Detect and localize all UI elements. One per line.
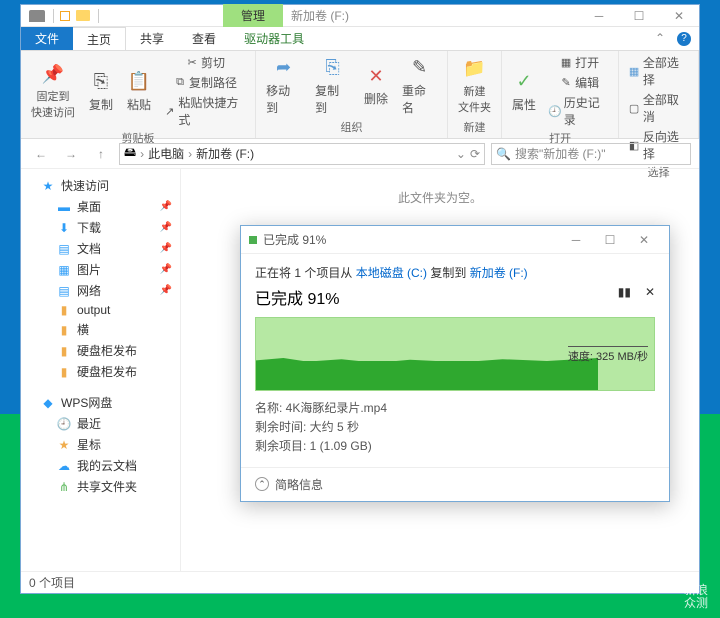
sidebar-star[interactable]: ★星标 [21,434,180,455]
qat-item[interactable] [60,11,70,21]
move-to-button[interactable]: ➦移动到 [262,53,305,118]
cut-button[interactable]: ✂剪切 [161,53,249,72]
search-icon: 🔍 [496,147,511,161]
select-all-button[interactable]: ▦全部选择 [625,53,692,89]
progress-text: 已完成 91% [255,285,655,309]
up-button[interactable]: ↑ [89,142,113,166]
copy-path-button[interactable]: ⧉复制路径 [161,73,249,92]
pause-button[interactable]: ▮▮ [618,285,631,299]
speed-graph: 速度: 325 MB/秒 [255,317,655,391]
dialog-title-bar: 已完成 91% ─ ☐ ✕ [241,226,669,254]
empty-folder-text: 此文件夹为空。 [398,189,482,206]
dropdown-icon[interactable]: ⌄ [456,147,466,161]
sidebar-mycloud[interactable]: ☁我的云文档 [21,455,180,476]
copy-description: 正在将 1 个项目从 本地磁盘 (C:) 复制到 新加卷 (F:) [255,264,655,281]
sidebar-disk2[interactable]: ▮硬盘柜发布 [21,361,180,382]
delete-button[interactable]: ✕删除 [360,53,392,118]
refresh-icon[interactable]: ⟳ [470,147,480,161]
dialog-maximize[interactable]: ☐ [593,233,627,247]
sidebar-desktop[interactable]: ▬桌面📌 [21,196,180,217]
new-folder-button[interactable]: 📁新建 文件夹 [454,53,495,118]
tab-share[interactable]: 共享 [126,27,178,50]
breadcrumb-volume[interactable]: 新加卷 (F:) [196,145,254,162]
chevron-up-icon: ⌃ [255,477,269,491]
sidebar-recent[interactable]: 🕘最近 [21,413,180,434]
rename-button[interactable]: ✎重命名 [398,53,441,118]
help-button[interactable]: ? [677,32,691,46]
dest-link[interactable]: 新加卷 (F:) [470,266,528,280]
file-name: 名称: 4K海豚纪录片.mp4 [255,399,655,418]
pin-icon: 📌 [160,201,172,212]
group-organize: 组织 [262,118,441,136]
maximize-button[interactable]: ☐ [619,5,659,27]
sidebar-disk1[interactable]: ▮硬盘柜发布 [21,340,180,361]
minimize-button[interactable]: ─ [579,5,619,27]
copy-to-button[interactable]: ⎘复制到 [311,53,354,118]
sidebar-output[interactable]: ▮output [21,301,180,319]
remaining-items: 剩余项目: 1 (1.09 GB) [255,437,655,456]
search-placeholder: 搜索"新加卷 (F:)" [515,145,606,162]
pin-icon: 📌 [160,264,172,275]
sidebar-downloads[interactable]: ⬇下载📌 [21,217,180,238]
ribbon-tabs: 文件 主页 共享 查看 驱动器工具 ⌃ ? [21,27,699,51]
drive-icon: 🖴 [124,143,136,164]
forward-button[interactable]: → [59,142,83,166]
sidebar-wps[interactable]: ◆WPS网盘 [21,392,180,413]
cancel-button[interactable]: ✕ [645,285,655,299]
navigation-pane: ★快速访问 ▬桌面📌 ⬇下载📌 ▤文档📌 ▦图片📌 ▤网络📌 ▮output ▮… [21,169,181,571]
copy-progress-dialog: 已完成 91% ─ ☐ ✕ 正在将 1 个项目从 本地磁盘 (C:) 复制到 新… [240,225,670,502]
dialog-minimize[interactable]: ─ [559,233,593,247]
edit-button[interactable]: ✎编辑 [546,73,612,92]
tab-file[interactable]: 文件 [21,27,73,50]
paste-shortcut-button[interactable]: ↗粘贴快捷方式 [161,93,249,129]
sidebar-share[interactable]: ⋔共享文件夹 [21,476,180,497]
speed-label: 速度: 325 MB/秒 [568,346,648,364]
search-box[interactable]: 🔍 搜索"新加卷 (F:)" [491,143,691,165]
dialog-title: 已完成 91% [263,231,326,248]
item-count: 0 个项目 [29,574,75,591]
pin-quick-access[interactable]: 📌固定到 快速访问 [27,53,79,129]
history-button[interactable]: 🕘历史记录 [546,93,612,129]
address-bar[interactable]: 🖴› 此电脑› 新加卷 (F:) ⌄ ⟳ [119,143,485,165]
qat-item[interactable] [76,10,90,21]
remaining-time: 剩余时间: 大约 5 秒 [255,418,655,437]
collapse-ribbon[interactable]: ⌃ [647,27,673,50]
tab-drive-tools[interactable]: 驱动器工具 [230,27,318,50]
progress-indicator-icon [249,236,257,244]
paste-button[interactable]: 📋粘贴 [123,53,155,129]
context-tab[interactable]: 管理 [223,4,283,27]
sidebar-network[interactable]: ▤网络📌 [21,280,180,301]
sidebar-documents[interactable]: ▤文档📌 [21,238,180,259]
tab-home[interactable]: 主页 [73,27,126,50]
group-new: 新建 [454,118,495,136]
pin-icon: 📌 [160,285,172,296]
close-button[interactable]: ✕ [659,5,699,27]
sidebar-heng[interactable]: ▮横 [21,319,180,340]
sidebar-pictures[interactable]: ▦图片📌 [21,259,180,280]
drive-icon [29,10,45,22]
address-bar-row: ← → ↑ 🖴› 此电脑› 新加卷 (F:) ⌄ ⟳ 🔍 搜索"新加卷 (F:)… [21,139,699,169]
pin-icon: 📌 [160,222,172,233]
watermark: 新浪 众测 [684,584,708,610]
back-button[interactable]: ← [29,142,53,166]
source-link[interactable]: 本地磁盘 (C:) [356,266,427,280]
open-button[interactable]: ▦打开 [546,53,612,72]
dialog-close[interactable]: ✕ [627,233,661,247]
details-toggle[interactable]: ⌃ 简略信息 [241,467,669,501]
sidebar-quick-access[interactable]: ★快速访问 [21,175,180,196]
pin-icon: 📌 [160,243,172,254]
select-none-button[interactable]: ▢全部取消 [625,90,692,126]
window-title: 新加卷 (F:) [291,7,349,24]
title-bar: 管理 新加卷 (F:) ─ ☐ ✕ [21,5,699,27]
tab-view[interactable]: 查看 [178,27,230,50]
breadcrumb-pc[interactable]: 此电脑 [148,145,184,162]
properties-button[interactable]: ✓属性 [508,53,540,129]
ribbon: 📌固定到 快速访问 ⎘复制 📋粘贴 ✂剪切 ⧉复制路径 ↗粘贴快捷方式 剪贴板 … [21,51,699,139]
status-bar: 0 个项目 [21,571,699,593]
copy-button[interactable]: ⎘复制 [85,53,117,129]
